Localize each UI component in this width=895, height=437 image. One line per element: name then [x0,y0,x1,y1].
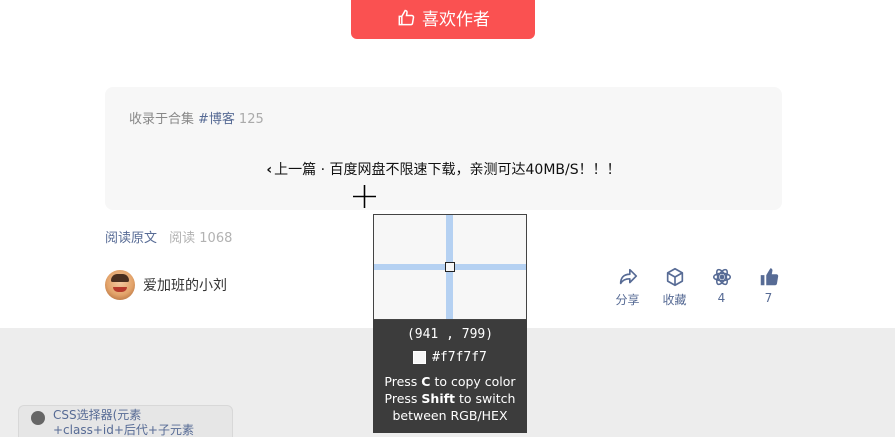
previous-article-title: 上一篇 · 百度网盘不限速下载，亲测可达40MB/S！！！ [274,162,621,178]
read-count: 阅读 1068 [169,231,233,246]
color-picker-magnifier: (941 , 799) #f7f7f7 Press C to copy colo… [373,214,527,433]
wow-button[interactable]: 4 [698,266,745,308]
color-picker-hint: Press C to copy color Press Shift to swi… [373,373,527,424]
cube-icon [666,267,683,287]
color-value-row: #f7f7f7 [373,350,527,365]
collection-card: 收录于合集 #博客 125 ‹ 上一篇 · 百度网盘不限速下载，亲测可达40MB/S！… [105,87,782,210]
chevron-left-icon: ‹ [266,162,273,178]
related-article-title: CSS选择器(元素+class+id+后代+子元素 [53,408,194,437]
share-icon [619,268,637,285]
article-icon [31,411,45,425]
crosshair-cursor-icon [353,185,376,208]
thumbs-up-icon [760,268,778,286]
flower-icon [712,268,731,286]
wow-count: 4 [717,291,726,305]
hint-switch-line2: between RGB/HEX [392,408,508,423]
author-name[interactable]: 爱加班的小刘 [143,275,227,295]
read-row: 阅读原文 阅读 1068 [105,227,232,246]
thumbs-up-outline-icon [398,9,415,25]
collection-info: 收录于合集 #博客 125 [129,108,264,127]
color-hex: #f7f7f7 [432,350,487,365]
sampled-pixel [445,262,455,272]
previous-article-link[interactable]: ‹ 上一篇 · 百度网盘不限速下载，亲测可达40MB/S！！！ [105,159,782,179]
share-label: 分享 [615,293,640,307]
color-swatch [413,351,427,364]
collection-prefix: 收录于合集 [129,112,195,127]
magnifier-view [373,214,527,320]
favorite-button[interactable]: 收藏 [651,266,698,308]
collection-count: 125 [238,112,264,127]
article-actions: 分享 收藏 4 7 [604,266,792,308]
like-count: 7 [764,291,773,305]
color-picker-info: (941 , 799) #f7f7f7 Press C to copy colo… [373,320,527,433]
like-button[interactable]: 7 [745,266,792,308]
avatar[interactable] [105,270,135,300]
hint-copy: Press C to copy color [384,374,516,389]
article-footer-page: 喜欢作者 收录于合集 #博客 125 ‹ 上一篇 · 百度网盘不限速下载，亲测可达40… [0,0,895,437]
read-original-link[interactable]: 阅读原文 [105,231,157,246]
share-button[interactable]: 分享 [604,266,651,308]
like-author-label: 喜欢作者 [422,10,490,30]
author-info[interactable]: 爱加班的小刘 [105,270,227,300]
hint-switch: Press Shift to switch [384,391,516,406]
related-article-card[interactable]: CSS选择器(元素+class+id+后代+子元素 [18,405,233,437]
like-author-button[interactable]: 喜欢作者 [351,0,535,39]
cursor-coordinates: (941 , 799) [406,327,494,342]
collection-tag-link[interactable]: #博客 [198,112,235,127]
favorite-label: 收藏 [662,293,687,307]
